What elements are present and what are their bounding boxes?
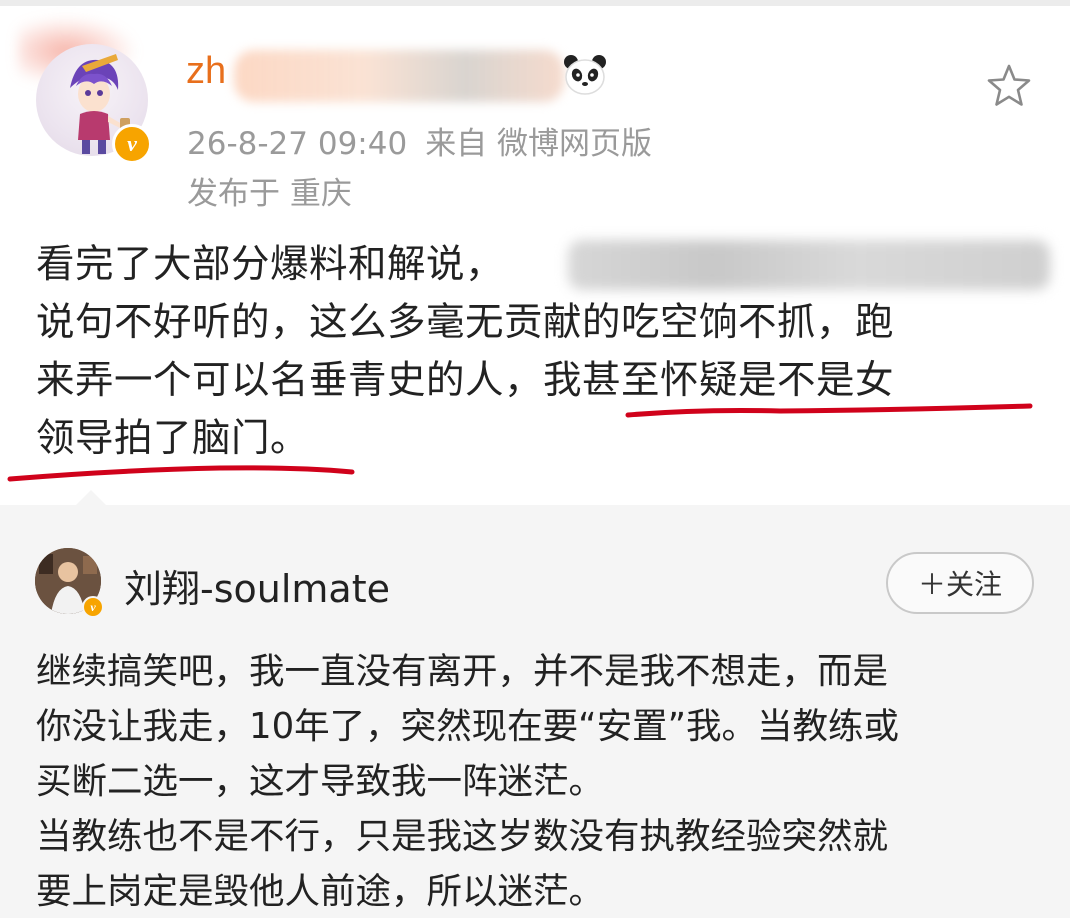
post-location: 发布于 重庆 [187,176,352,212]
author-name-redaction [234,50,564,102]
comment-line-3: 买断二选一，这才导致我一阵迷茫。 [36,761,605,802]
post-line-4: 领导拍了脑门。 [36,416,310,461]
post-author-name[interactable]: zh [186,50,226,93]
author-avatar[interactable]: v [36,44,154,164]
comment-content: 继续搞笑吧，我一直没有离开，并不是我不想走，而是 你没让我走，10年了，突然现在… [36,644,1046,919]
post-line-3-text: 来弄一个可以名垂青史的人， [36,358,544,403]
comment-verified-badge-icon: v [82,596,104,618]
comment-author-name[interactable]: 刘翔-soulmate [124,558,390,613]
panda-icon [564,55,606,95]
comment-line-2: 你没让我走，10年了，突然现在要“安置”我。当教练或 [36,706,899,747]
comment-line-4: 当教练也不是不行，只是我这岁数没有执教经验突然就 [36,816,889,857]
star-icon[interactable] [985,62,1033,110]
post-line-3: 来弄一个可以名垂青史的人，我甚至怀疑是不是女 [36,352,1046,410]
post-text-redaction [568,240,1050,290]
comment-line-1: 继续搞笑吧，我一直没有离开，并不是我不想走，而是 [36,651,889,692]
post-highlighted-text: 我甚至怀疑是不是女 [543,358,895,403]
post-line-2: 说句不好听的，这么多毫无贡献的吃空饷不抓，跑 [36,300,895,345]
follow-button[interactable]: ＋关注 [886,552,1034,614]
top-divider [0,0,1070,6]
card-notch [76,490,106,505]
post-source[interactable]: 来自 微博网页版 [425,126,652,162]
post-meta: 26-8-27 09:40 来自 微博网页版 [187,118,670,163]
verified-badge-icon: v [112,124,152,164]
comment-line-5: 要上岗定是毁他人前途，所以迷茫。 [36,871,605,912]
post-timestamp: 26-8-27 09:40 [187,126,408,162]
